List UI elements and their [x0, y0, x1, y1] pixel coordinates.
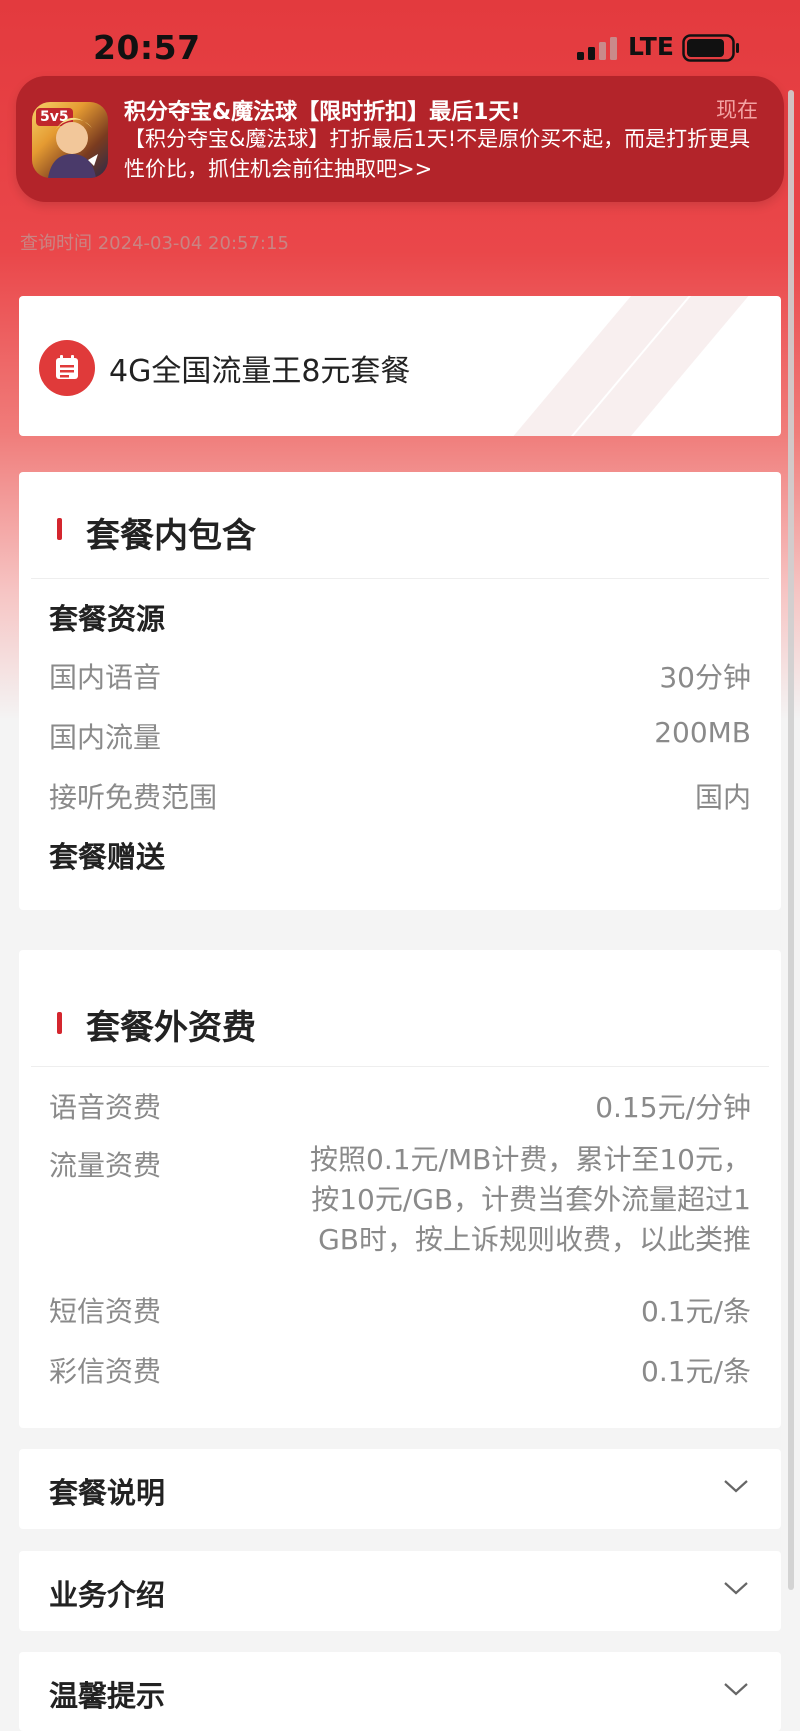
chevron-down-icon [724, 1480, 748, 1493]
scrollbar[interactable] [788, 90, 794, 1590]
row-label: 国内语音 [49, 661, 162, 694]
accordion-plan-description[interactable]: 套餐说明 [19, 1449, 781, 1529]
row-value: 200MB [654, 716, 751, 749]
notification-body: 【积分夺宝&魔法球】打折最后1天!不是原价买不起，而是打折更具性价比，抓住机会前… [124, 127, 751, 181]
row-label: 短信资费 [49, 1295, 162, 1328]
plan-name-card: 4G全国流量王8元套餐 [19, 296, 781, 436]
extra-fees-section: 套餐外资费 语音资费 0.15元/分钟 流量资费 按照0.1元/MB计费，累计至… [19, 950, 781, 1428]
battery-icon [682, 34, 739, 62]
notification-time: 现在 [716, 98, 758, 122]
row-value: 0.1元/条 [641, 1295, 751, 1328]
accordion-label: 温馨提示 [49, 1679, 166, 1713]
plan-name: 4G全国流量王8元套餐 [109, 354, 411, 389]
fee-row-data: 流量资费 按照0.1元/MB计费，累计至10元， 按10元/GB，计费当套外流量… [49, 1143, 751, 1274]
chevron-down-icon [724, 1582, 748, 1595]
calendar-icon [39, 340, 95, 396]
query-timestamp: 查询时间 2024-03-04 20:57:15 [20, 233, 289, 254]
row-value: 30分钟 [659, 661, 751, 694]
data-fee-line: GB时，按上诉规则收费，以此类推 [318, 1223, 751, 1256]
row-label: 彩信资费 [49, 1355, 162, 1388]
row-label: 流量资费 [49, 1149, 162, 1182]
section-title: 套餐外资费 [86, 1008, 256, 1048]
row-label: 语音资费 [49, 1091, 162, 1124]
hero-silhouette [48, 117, 98, 178]
accordion-tips[interactable]: 温馨提示 [19, 1652, 781, 1731]
row-value-multiline: 按照0.1元/MB计费，累计至10元， 按10元/GB，计费当套外流量超过1 G… [251, 1140, 751, 1260]
cellular-signal-icon [577, 37, 617, 60]
gift-subheading: 套餐赠送 [49, 840, 166, 874]
section-header: 套餐外资费 [31, 950, 769, 1067]
game-hero-icon: 5v5 [32, 102, 108, 178]
network-type-label: LTE [628, 32, 674, 61]
chevron-down-icon [724, 1683, 748, 1696]
row-value: 0.15元/分钟 [595, 1091, 751, 1124]
row-value: 0.1元/条 [641, 1355, 751, 1388]
notification-title: 积分夺宝&魔法球【限时折扣】最后1天! [124, 100, 521, 125]
resources-subheading: 套餐资源 [49, 602, 166, 636]
section-accent-bar [57, 1012, 62, 1034]
row-label: 接听免费范围 [49, 781, 218, 814]
data-fee-line: 按10元/GB，计费当套外流量超过1 [311, 1183, 751, 1216]
accordion-label: 业务介绍 [49, 1578, 166, 1612]
included-section: 套餐内包含 套餐资源 国内语音 30分钟 国内流量 200MB 接听免费范围 国… [19, 472, 781, 910]
status-time: 20:57 [93, 28, 201, 67]
section-accent-bar [57, 518, 62, 540]
data-fee-line: 按照0.1元/MB计费，累计至10元， [310, 1143, 751, 1176]
section-title: 套餐内包含 [86, 516, 256, 556]
row-label: 国内流量 [49, 721, 162, 754]
accordion-label: 套餐说明 [49, 1476, 166, 1510]
accordion-business-intro[interactable]: 业务介绍 [19, 1551, 781, 1631]
section-header: 套餐内包含 [31, 472, 769, 579]
row-value: 国内 [694, 781, 751, 814]
notification-banner[interactable]: 5v5 积分夺宝&魔法球【限时折扣】最后1天! 现在 【积分夺宝&魔法球】打折最… [16, 76, 784, 202]
